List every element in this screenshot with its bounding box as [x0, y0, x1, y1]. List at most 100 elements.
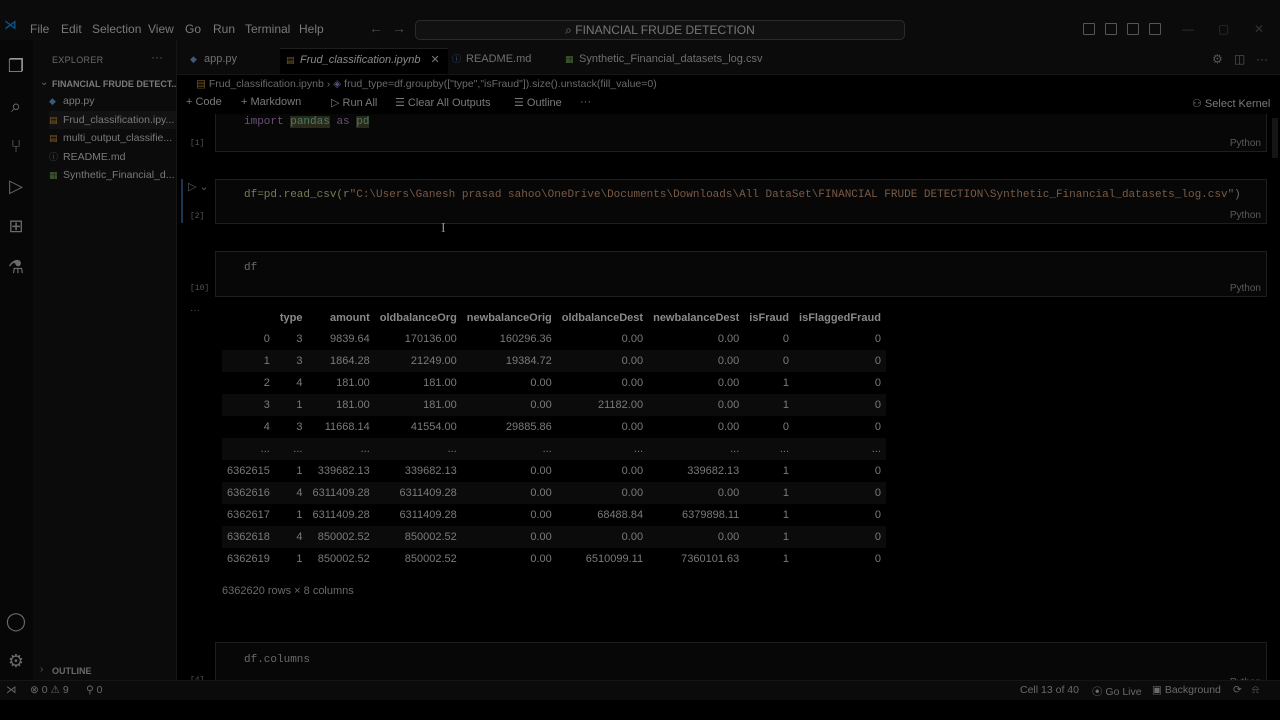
workspace-folder[interactable]: FINANCIAL FRUDE DETECT... — [52, 79, 176, 89]
dataframe-shape-label: 6362620 rows × 8 columns — [222, 585, 354, 597]
table-cell: 68488.84 — [597, 509, 644, 521]
code-cell[interactable]: df.columns Python — [215, 642, 1267, 688]
menu-view[interactable]: View — [148, 22, 174, 38]
background-status[interactable]: ▣ Background — [1152, 684, 1221, 696]
menu-go[interactable]: Go — [185, 22, 201, 38]
table-cell: 6379898.11 — [681, 509, 740, 521]
table-cell: 0 — [744, 350, 795, 372]
code-cell[interactable]: import pandas as pd Python — [215, 114, 1267, 152]
toggle-secondary-sidebar-icon[interactable] — [1127, 23, 1139, 35]
file-item-synthetic-csv[interactable]: ▦ Synthetic_Financial_d... — [49, 166, 176, 184]
remote-indicator-icon[interactable]: ⋊ — [6, 684, 17, 696]
forward-arrow-icon[interactable]: → — [392, 20, 406, 36]
menu-help[interactable]: Help — [299, 22, 324, 38]
clear-all-outputs-button[interactable]: ☰ Clear All Outputs — [395, 96, 490, 109]
column-header: oldbalanceOrg — [379, 311, 457, 324]
table-cell: ... — [461, 438, 557, 460]
notifications-bell-icon[interactable]: ⍾ — [1252, 684, 1259, 697]
customize-layout-icon[interactable] — [1149, 23, 1161, 35]
chevron-down-icon[interactable]: ⌄ — [40, 77, 48, 88]
menu-run[interactable]: Run — [213, 22, 235, 38]
ports-status[interactable]: ⚲ 0 — [86, 684, 102, 696]
tab-app-py[interactable]: ◆ app.py — [190, 48, 237, 74]
settings-gear-icon[interactable]: ⚙ — [1212, 52, 1223, 66]
table-cell: 850002.52 — [317, 553, 370, 565]
testing-icon[interactable]: ⚗ — [5, 256, 27, 278]
error-icon: ⊗ — [30, 684, 42, 696]
row-index: 1 — [222, 350, 275, 372]
cell-position-status[interactable]: Cell 13 of 40 — [1020, 684, 1079, 696]
tab-frud-classification[interactable]: ▤ Frud_classification.ipynb ✕ — [280, 48, 448, 74]
source-control-icon[interactable]: ⑂ — [5, 135, 27, 157]
file-item-multi-output[interactable]: ▤ multi_output_classifie... — [49, 129, 176, 147]
python-file-icon: ◆ — [190, 54, 197, 64]
close-tab-icon[interactable]: ✕ — [430, 54, 439, 66]
table-cell: 0 — [782, 333, 790, 345]
column-header: type — [279, 311, 303, 324]
explorer-icon[interactable]: ❐ — [5, 55, 27, 77]
code-cell[interactable]: df Python — [215, 251, 1267, 297]
table-cell: 0 — [794, 350, 886, 372]
output-more-button[interactable]: ··· — [190, 305, 200, 316]
run-all-button[interactable]: ▷ Run All — [331, 96, 377, 109]
file-item-readme[interactable]: ⓘ README.md — [49, 148, 176, 166]
table-cell: 11668.14 — [324, 421, 370, 433]
outline-section[interactable]: OUTLINE — [52, 666, 92, 676]
minimize-icon[interactable]: — — [1182, 22, 1194, 36]
cell-code[interactable]: df.columns — [244, 654, 310, 666]
table-cell: 181.00 — [307, 394, 375, 416]
menu-terminal[interactable]: Terminal — [245, 22, 290, 38]
kernel-icon: ⚇ — [1192, 98, 1205, 110]
select-kernel-button[interactable]: ⚇ Select Kernel — [1192, 97, 1270, 110]
toggle-primary-sidebar-icon[interactable] — [1083, 23, 1095, 35]
scrollbar[interactable] — [1272, 118, 1278, 158]
cell-language-label[interactable]: Python — [1230, 138, 1261, 149]
chevron-right-icon[interactable]: › — [40, 664, 43, 675]
extensions-icon[interactable]: ⊞ — [5, 215, 27, 237]
table-row: 3 1 181.00 181.00 0.00 21182.00 0.00 1 0 — [222, 394, 886, 416]
menu-selection[interactable]: Selection — [92, 22, 141, 38]
go-live-button[interactable]: ⦿ Go Live — [1092, 684, 1142, 699]
back-arrow-icon[interactable]: ← — [369, 20, 383, 36]
tab-readme[interactable]: ⓘ README.md — [452, 48, 531, 74]
menu-file[interactable]: File — [30, 22, 49, 38]
add-code-cell-button[interactable]: + Code — [186, 96, 222, 108]
close-window-icon[interactable]: ✕ — [1254, 22, 1264, 36]
notebook-file-icon: ▤ — [196, 78, 209, 90]
sync-icon[interactable]: ⟳ — [1233, 684, 1242, 696]
row-index: 6362617 — [227, 509, 270, 521]
cell-code[interactable]: import pandas as pd — [244, 116, 370, 128]
split-editor-icon[interactable]: ◫ — [1234, 52, 1245, 66]
manage-gear-icon[interactable]: ⚙ — [5, 650, 27, 672]
cell-language-label[interactable]: Python — [1230, 210, 1261, 221]
more-actions-icon[interactable]: ··· — [151, 50, 163, 64]
more-actions-icon[interactable]: ··· — [1256, 52, 1268, 66]
cell-code[interactable]: df=pd.read_csv(r"C:\Users\Ganesh prasad … — [244, 189, 1244, 201]
table-cell: 0.00 — [621, 421, 644, 433]
code-cell[interactable]: df=pd.read_csv(r"C:\Users\Ganesh prasad … — [215, 179, 1267, 224]
problems-status[interactable]: ⊗ 0 ⚠ 9 — [30, 684, 69, 696]
table-cell: 0 — [874, 377, 881, 389]
table-row: 6362619 1 850002.52 850002.52 0.00 6510099.11… — [222, 548, 886, 570]
search-activity-icon[interactable]: ⌕ — [5, 95, 27, 117]
file-item-app-py[interactable]: ◆ app.py — [49, 92, 176, 110]
command-center-search[interactable]: ⌕ FINANCIAL FRUDE DETECTION — [415, 20, 905, 40]
cell-language-label[interactable]: Python — [1230, 283, 1261, 294]
run-cell-icon[interactable]: ▷ ⌄ — [188, 180, 209, 193]
table-cell: 0.00 — [717, 333, 740, 345]
accounts-icon[interactable]: ◯ — [5, 610, 27, 632]
ports-icon: ⚲ — [86, 684, 97, 696]
add-markdown-cell-button[interactable]: + Markdown — [241, 96, 301, 108]
breadcrumb-file[interactable]: Frud_classification.ipynb — [209, 78, 324, 90]
maximize-icon[interactable]: ▢ — [1218, 22, 1229, 36]
outline-button[interactable]: ☰ Outline — [514, 96, 562, 109]
cell-code[interactable]: df — [244, 262, 257, 274]
run-debug-icon[interactable]: ▷ — [5, 175, 27, 197]
toggle-panel-icon[interactable] — [1105, 23, 1117, 35]
menu-edit[interactable]: Edit — [61, 22, 82, 38]
breadcrumb-symbol[interactable]: frud_type=df.groupby(["type","isFraud"])… — [344, 78, 657, 90]
tab-synthetic-csv[interactable]: ▦ Synthetic_Financial_datasets_log.csv — [565, 48, 762, 74]
column-header — [222, 307, 275, 328]
file-item-frud-classification[interactable]: ▤ Frud_classification.ipy... — [49, 111, 176, 129]
toolbar-more-button[interactable]: ··· — [580, 96, 591, 108]
